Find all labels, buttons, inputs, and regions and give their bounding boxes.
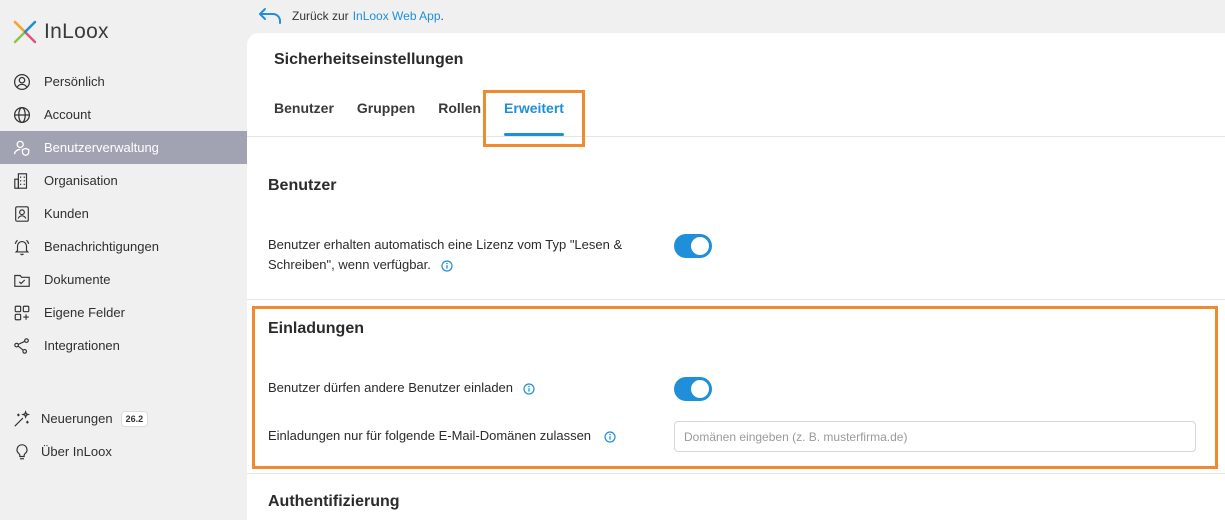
sidebar-item-ueber-inloox[interactable]: Über InLoox: [0, 435, 247, 468]
user-shield-icon: [12, 138, 32, 158]
section-divider: [247, 473, 1225, 474]
sidebar-item-integrationen[interactable]: Integrationen: [0, 329, 247, 362]
section-title-benutzer: Benutzer: [268, 177, 337, 194]
sidebar-item-organisation[interactable]: Organisation: [0, 164, 247, 197]
tab-rollen[interactable]: Rollen: [438, 100, 481, 136]
sidebar: InLoox Persönlich Account Benutzerverwal…: [0, 0, 247, 520]
version-badge: 26.2: [120, 410, 149, 427]
sidebar-item-label: Über InLoox: [41, 444, 112, 459]
bell-icon: [12, 237, 32, 257]
tabs-divider: [247, 136, 1225, 137]
sparkle-icon: [12, 409, 32, 429]
page-title: Sicherheitseinstellungen: [274, 51, 464, 68]
auto-license-toggle[interactable]: [674, 234, 712, 258]
sidebar-item-eigene-felder[interactable]: Eigene Felder: [0, 296, 247, 329]
sidebar-item-label: Persönlich: [44, 74, 105, 89]
sidebar-item-label: Account: [44, 107, 91, 122]
sidebar-item-label: Organisation: [44, 173, 118, 188]
back-link-bar: Zurück zur InLoox Web App .: [258, 5, 444, 27]
inloox-logo[interactable]: InLoox: [12, 18, 109, 46]
back-link-prefix: Zurück zur: [292, 9, 349, 23]
info-icon[interactable]: [440, 259, 453, 272]
sidebar-item-label: Benachrichtigungen: [44, 239, 159, 254]
logo-text: InLoox: [44, 20, 109, 43]
sidebar-item-label: Eigene Felder: [44, 305, 125, 320]
auto-license-label: Benutzer erhalten automatisch eine Lizen…: [268, 235, 658, 275]
einladungen-highlight-frame: [252, 306, 1218, 469]
tab-highlight-frame: [483, 90, 585, 147]
sidebar-item-benutzerverwaltung[interactable]: Benutzerverwaltung: [0, 131, 247, 164]
building-icon: [12, 171, 32, 191]
sidebar-item-persoenlich[interactable]: Persönlich: [0, 65, 247, 98]
back-link[interactable]: InLoox Web App: [353, 9, 441, 23]
globe-icon: [12, 105, 32, 125]
sidebar-item-label: Dokumente: [44, 272, 111, 287]
sidebar-item-account[interactable]: Account: [0, 98, 247, 131]
sidebar-item-label: Neuerungen: [41, 411, 113, 426]
folder-check-icon: [12, 270, 32, 290]
tab-benutzer[interactable]: Benutzer: [274, 100, 334, 136]
section-title-authentifizierung: Authentifizierung: [268, 493, 400, 510]
user-circle-icon: [12, 72, 32, 92]
contact-card-icon: [12, 204, 32, 224]
share-nodes-icon: [12, 336, 32, 356]
section-divider: [247, 299, 1225, 300]
back-link-suffix: .: [440, 9, 444, 23]
sidebar-item-label: Integrationen: [44, 338, 120, 353]
sidebar-item-benachrichtigungen[interactable]: Benachrichtigungen: [0, 230, 247, 263]
sidebar-bottom: Neuerungen 26.2 Über InLoox: [0, 402, 247, 468]
main-panel: Sicherheitseinstellungen Benutzer Gruppe…: [247, 33, 1225, 520]
sidebar-item-label: Benutzerverwaltung: [44, 140, 159, 155]
grid-plus-icon: [12, 303, 32, 323]
sidebar-item-kunden[interactable]: Kunden: [0, 197, 247, 230]
sidebar-nav: Persönlich Account Benutzerverwaltung Or…: [0, 65, 247, 362]
toggle-knob: [691, 237, 709, 255]
sidebar-item-neuerungen[interactable]: Neuerungen 26.2: [0, 402, 247, 435]
back-arrow-icon[interactable]: [258, 7, 282, 25]
inloox-logo-icon: [13, 20, 37, 44]
tab-gruppen[interactable]: Gruppen: [357, 100, 415, 136]
sidebar-item-label: Kunden: [44, 206, 89, 221]
lightbulb-icon: [12, 442, 32, 462]
sidebar-item-dokumente[interactable]: Dokumente: [0, 263, 247, 296]
